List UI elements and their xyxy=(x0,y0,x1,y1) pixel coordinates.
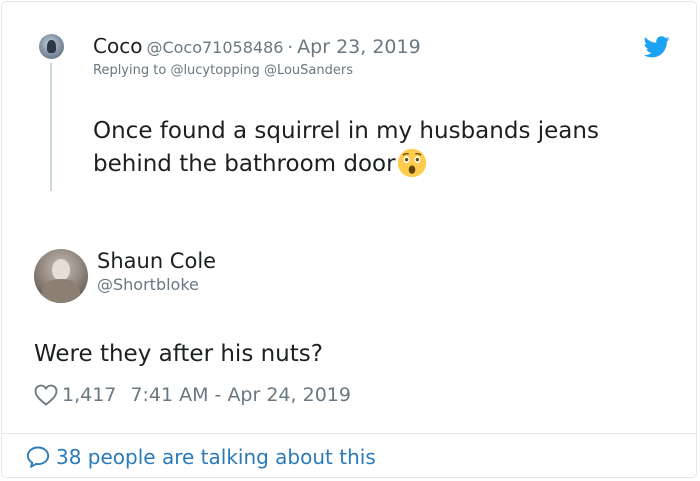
reply-author-handle[interactable]: @Shortbloke xyxy=(97,275,199,294)
parent-header: Coco @Coco71058486 · Apr 23, 2019 xyxy=(93,34,421,58)
footer-divider xyxy=(2,433,696,434)
reply-avatar[interactable] xyxy=(34,249,88,303)
speech-bubble-icon xyxy=(26,446,50,468)
tweet-meta: 1,417 7:41 AM - Apr 24, 2019 xyxy=(34,382,351,408)
embedded-tweet-card: Coco @Coco71058486 · Apr 23, 2019 Replying … xyxy=(1,1,697,478)
mention-lousanders[interactable]: @LouSanders xyxy=(264,63,353,78)
reply-author-name[interactable]: Shaun Cole xyxy=(97,249,216,273)
mention-lucytopping[interactable]: @lucytopping xyxy=(170,63,259,78)
conversation-link[interactable]: 38 people are talking about this xyxy=(26,443,376,471)
parent-avatar[interactable] xyxy=(39,34,64,59)
twitter-bird-icon[interactable] xyxy=(644,36,670,58)
parent-author-name[interactable]: Coco xyxy=(93,34,142,58)
astonished-face-emoji xyxy=(397,148,426,178)
thread-line xyxy=(50,63,52,191)
replying-to-line: Replying to @lucytopping @LouSanders xyxy=(93,63,353,78)
heart-icon[interactable] xyxy=(34,384,58,406)
parent-author-handle[interactable]: @Coco71058486 xyxy=(146,38,283,57)
parent-tweet-text: Once found a squirrel in my husbands jea… xyxy=(93,115,653,181)
parent-date-link[interactable]: Apr 23, 2019 xyxy=(297,36,421,58)
parent-tweet-body: Once found a squirrel in my husbands jea… xyxy=(93,118,599,177)
reply-tweet-text: Were they after his nuts? xyxy=(34,341,323,367)
replying-to-label: Replying to xyxy=(93,63,171,78)
header-separator: · xyxy=(287,37,294,58)
conversation-text[interactable]: 38 people are talking about this xyxy=(56,445,376,469)
tweet-timestamp[interactable]: 7:41 AM - Apr 24, 2019 xyxy=(130,384,351,406)
like-count[interactable]: 1,417 xyxy=(62,384,116,406)
